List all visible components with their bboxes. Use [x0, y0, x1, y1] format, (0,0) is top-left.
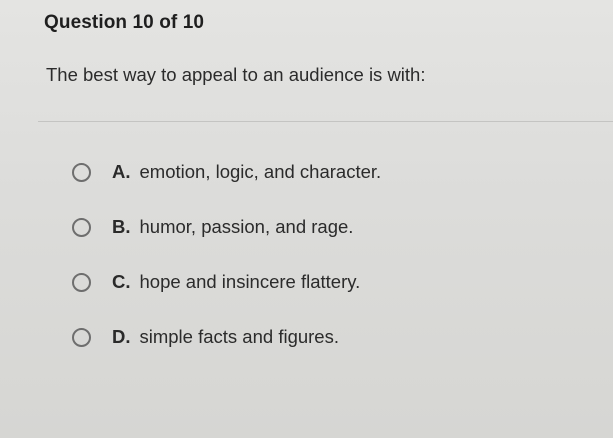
radio-unchecked-icon[interactable] [72, 217, 91, 237]
answer-option-c[interactable]: C. hope and insincere flattery. [72, 268, 381, 296]
answer-options: A. emotion, logic, and character. B. hum… [72, 158, 381, 378]
radio-unchecked-icon[interactable] [72, 162, 91, 182]
option-text: humor, passion, and rage. [139, 216, 354, 237]
option-text: hope and insincere flattery. [139, 271, 361, 292]
answer-option-d[interactable]: D. simple facts and figures. [72, 323, 381, 351]
answer-option-b[interactable]: B. humor, passion, and rage. [72, 213, 381, 241]
option-letter: D. [112, 326, 131, 347]
radio-unchecked-icon[interactable] [72, 272, 91, 292]
option-text: emotion, logic, and character. [139, 161, 382, 182]
option-text: simple facts and figures. [139, 326, 339, 347]
question-prompt: The best way to appeal to an audience is… [46, 64, 426, 85]
question-header: Question 10 of 10 [44, 12, 205, 33]
divider [38, 121, 613, 122]
option-letter: A. [112, 161, 131, 182]
option-letter: C. [112, 271, 131, 292]
answer-option-a[interactable]: A. emotion, logic, and character. [72, 158, 381, 186]
radio-unchecked-icon[interactable] [72, 327, 91, 347]
option-letter: B. [112, 216, 131, 237]
